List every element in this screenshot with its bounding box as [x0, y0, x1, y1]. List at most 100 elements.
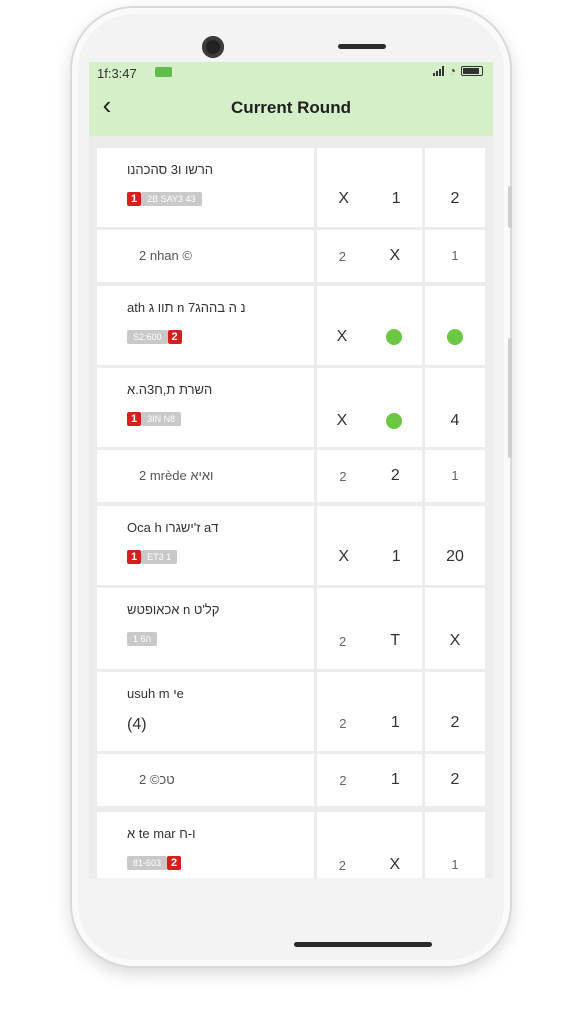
match-row[interactable]: usuh m יe (4) 2 1 2	[97, 672, 485, 751]
red-badge: 2	[167, 856, 182, 870]
odds-cell[interactable]: X 1	[317, 148, 422, 227]
match-badges: 1 ET3 1	[127, 550, 178, 564]
red-badge: 1	[127, 192, 142, 206]
match-row[interactable]: א te mar ו-ח 81-603 2 2 X 1	[97, 812, 485, 878]
match-row[interactable]: 2 ©טכ 2 1 2	[97, 754, 485, 806]
match-name: א te mar ו-ח	[127, 826, 196, 841]
match-subname: 2 ©טכ	[139, 772, 175, 787]
match-row[interactable]: ath תוו ג n 7נ ה בההג S2:600 2 X	[97, 286, 485, 365]
odds-cell[interactable]: 2 1	[317, 754, 422, 806]
wifi-icon: ◔	[448, 64, 456, 78]
match-row[interactable]: אכאופטש n קל'ט 1 ה6 2 T X	[97, 588, 485, 669]
match-info-cell: ath תוו ג n 7נ ה בההג S2:600 2	[97, 286, 314, 365]
odds-value: 2	[338, 248, 346, 264]
home-indicator[interactable]	[294, 942, 432, 947]
odds-cell[interactable]: 2 2	[317, 450, 422, 502]
gray-badge: 3IN N8	[141, 412, 182, 426]
status-icons: ◔	[432, 64, 483, 78]
result-cell[interactable]: 4	[425, 368, 485, 447]
front-camera	[202, 36, 224, 58]
match-row[interactable]: 2 nhan © 2 X 1	[97, 230, 485, 282]
gray-badge: 2B SAY3 43	[141, 192, 202, 206]
match-info-cell: א te mar ו-ח 81-603 2	[97, 812, 314, 878]
match-info-cell: 2 nhan ©	[97, 230, 314, 282]
gray-badge: 1 ה6	[127, 632, 158, 646]
app-header: 1f:3:47 ◔ ‹ Current Round	[89, 62, 493, 136]
odds-cell[interactable]: 2 X	[317, 230, 422, 282]
odds-value: 2	[338, 633, 347, 649]
odds-value: 2	[339, 772, 347, 788]
result-value: X	[449, 632, 461, 649]
result-cell[interactable]: 20	[425, 506, 485, 585]
gray-badge: S2:600	[127, 330, 168, 344]
speaker-grille	[338, 44, 386, 49]
result-value: 4	[450, 412, 460, 429]
odds-value: X	[336, 328, 348, 345]
result-cell[interactable]: X	[425, 588, 485, 669]
match-name: אכאופטש n קל'ט	[127, 602, 220, 617]
match-subname: 2 nhan ©	[139, 248, 192, 263]
odds-cell[interactable]: 2 T	[317, 588, 422, 669]
power-button	[508, 338, 512, 458]
live-dot-icon	[447, 329, 463, 345]
result-value: 1	[451, 857, 459, 872]
match-badges: 1 2B SAY3 43	[127, 192, 202, 206]
match-badges: 1 ה6	[127, 632, 158, 646]
result-value: 1	[451, 468, 459, 483]
result-value: 20	[446, 548, 464, 565]
result-value: 2	[450, 190, 460, 207]
match-name: ath תוו ג n 7נ ה בההג	[127, 300, 246, 315]
live-dot-icon	[386, 413, 403, 429]
match-name: usuh m יe	[127, 686, 184, 701]
odds-value: 1	[390, 714, 400, 731]
odds-cell[interactable]: X	[317, 368, 422, 447]
result-cell[interactable]: 2	[425, 148, 485, 227]
odds-cell[interactable]: 2 1	[317, 672, 422, 751]
match-info-cell: אכאופטש n קל'ט 1 ה6	[97, 588, 314, 669]
match-row[interactable]: Oca h ז'ישגרו aד 1 ET3 1 X 1 20	[97, 506, 485, 585]
match-row[interactable]: 2 mrède ואיא 2 2 1	[97, 450, 485, 502]
signal-icon	[432, 66, 444, 76]
match-subname: 2 mrède ואיא	[139, 468, 214, 483]
volume-up-button	[508, 186, 512, 228]
result-cell[interactable]: 2	[425, 672, 485, 751]
match-info-cell: usuh m יe (4)	[97, 672, 314, 751]
odds-value: 2	[390, 467, 400, 484]
match-row[interactable]: הרשו ו3 סהכהנו 1 2B SAY3 43 X 1 2	[97, 148, 485, 227]
match-name: Oca h ז'ישגרו aד	[127, 520, 219, 535]
live-dot-icon	[386, 329, 403, 345]
match-badges: 81-603 2	[127, 856, 182, 870]
match-badges: S2:600 2	[127, 330, 182, 344]
red-badge: 2	[167, 330, 182, 344]
odds-value: T	[390, 632, 400, 649]
odds-cell[interactable]: X 1	[317, 506, 422, 585]
match-name: השרת ת,ח3ה.א	[127, 382, 213, 397]
odds-value: 2	[339, 715, 347, 731]
odds-value: 2	[338, 857, 346, 873]
odds-value: X	[338, 190, 350, 207]
odds-value: 1	[390, 771, 400, 788]
odds-value: X	[338, 548, 350, 565]
page-title: Current Round	[231, 98, 351, 117]
result-value: 2	[450, 714, 460, 731]
result-value: 1	[451, 248, 459, 263]
result-cell[interactable]: 1	[425, 812, 485, 878]
match-info-cell: השרת ת,ח3ה.א 1 3IN N8	[97, 368, 314, 447]
odds-cell[interactable]: 2 X	[317, 812, 422, 878]
match-list: הרשו ו3 סהכהנו 1 2B SAY3 43 X 1 2 2 nhan…	[97, 148, 485, 878]
result-cell[interactable]: 2	[425, 754, 485, 806]
result-cell[interactable]: 1	[425, 230, 485, 282]
result-cell[interactable]: 1	[425, 450, 485, 502]
match-badges: 1 3IN N8	[127, 412, 182, 426]
red-badge: 1	[127, 550, 142, 564]
result-value: 2	[450, 771, 460, 788]
gray-badge: 81-603	[127, 856, 168, 870]
status-time: 1f:3:47	[97, 66, 137, 81]
result-cell[interactable]	[425, 286, 485, 365]
red-badge: 1	[127, 412, 142, 426]
odds-value: 1	[391, 190, 401, 207]
match-count: (4)	[127, 716, 147, 733]
match-row[interactable]: השרת ת,ח3ה.א 1 3IN N8 X 4	[97, 368, 485, 447]
odds-cell[interactable]: X	[317, 286, 422, 365]
odds-value: X	[336, 412, 348, 429]
